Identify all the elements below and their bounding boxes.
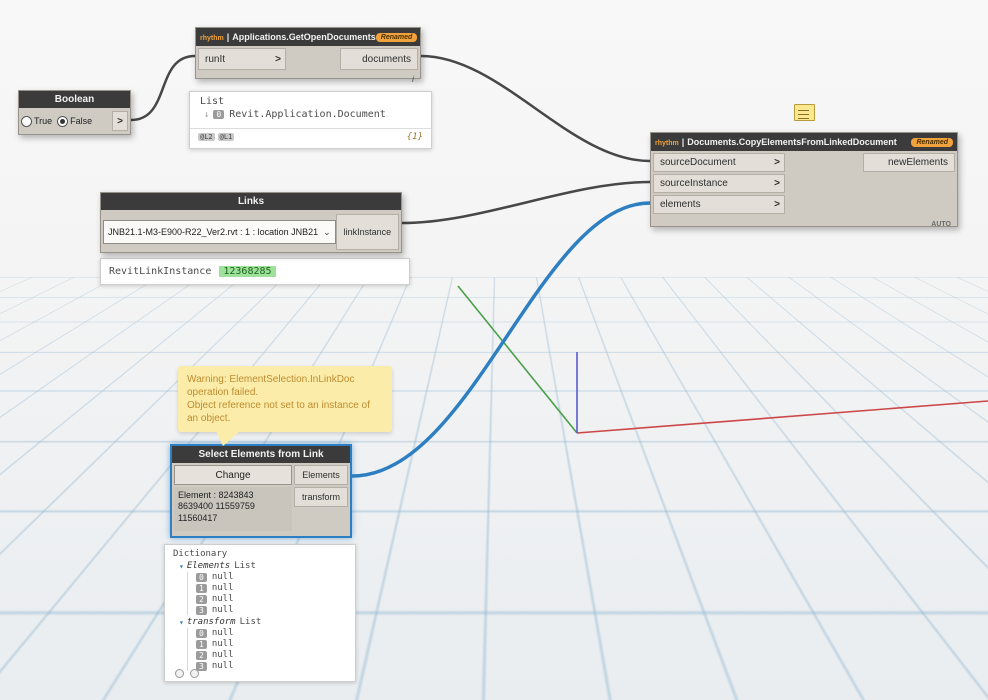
warning-line1: Warning: ElementSelection.InLinkDoc oper…: [187, 373, 383, 399]
node-select-elements-header: Select Elements from Link: [172, 446, 350, 463]
input-port-sourceinstance[interactable]: sourceInstance >: [653, 174, 785, 193]
dictionary-item: 0 null: [196, 628, 349, 638]
boolean-output-port[interactable]: >: [112, 111, 128, 131]
node-select-elements[interactable]: Select Elements from Link Change Element…: [170, 444, 352, 538]
dictionary-key: Elements: [187, 561, 230, 571]
radio-true[interactable]: [21, 116, 32, 127]
output-newelements-label: newElements: [888, 157, 948, 168]
list-preview-bubble: List ↓ 0 Revit.Application.Document @L2 …: [189, 91, 432, 149]
node-links-title: Links: [238, 196, 264, 207]
dictionary-item: 3 null: [196, 661, 349, 671]
output-port-documents[interactable]: documents: [340, 48, 418, 70]
input-runit-label: runIt: [205, 54, 225, 65]
level-badge-l1[interactable]: @L1: [218, 133, 235, 141]
radio-false[interactable]: [57, 116, 68, 127]
dictionary-group-elements: ▾ Elements List 0 null 1 null 2 null: [173, 561, 349, 615]
output-linkinstance-label: linkInstance: [344, 227, 392, 237]
input-port-sourcedocument[interactable]: sourceDocument >: [653, 153, 785, 172]
node-get-open-documents-title: Applications.GetOpenDocuments: [232, 32, 376, 42]
port-chevron-icon: >: [774, 178, 780, 189]
output-port-transform[interactable]: transform: [294, 487, 348, 507]
wire-boolean-to-runit[interactable]: [131, 56, 195, 120]
input-port-runit[interactable]: runIt >: [198, 48, 286, 70]
dictionary-item: 1 null: [196, 583, 349, 593]
selection-summary: Element : 8243843 8639400 11559759 11560…: [174, 487, 292, 531]
output-transform-label: transform: [302, 492, 340, 502]
dynamo-workspace[interactable]: Boolean True False > rhythm Applications…: [0, 0, 988, 700]
node-boolean[interactable]: Boolean True False >: [18, 90, 131, 135]
note-icon[interactable]: [794, 104, 815, 121]
output-port-linkinstance[interactable]: linkInstance: [336, 214, 399, 250]
radio-false-label: False: [70, 116, 92, 126]
renamed-badge: Renamed: [911, 138, 953, 147]
input-sourcedocument-label: sourceDocument: [660, 157, 736, 168]
linkinstance-value: 12368285: [219, 266, 275, 277]
port-chevron-icon: >: [117, 116, 123, 127]
node-select-elements-title: Select Elements from Link: [198, 449, 323, 460]
list-type-label: List: [190, 92, 431, 107]
warning-tooltip: Warning: ElementSelection.InLinkDoc oper…: [178, 366, 392, 432]
node-get-open-documents-header: rhythm Applications.GetOpenDocuments Ren…: [196, 28, 420, 46]
rhythm-package-label: rhythm: [200, 32, 232, 42]
chevron-down-icon: ⌄: [319, 227, 331, 238]
dictionary-preview-bubble: Dictionary ▾ Elements List 0 null 1 null…: [164, 544, 356, 682]
node-get-open-documents[interactable]: rhythm Applications.GetOpenDocuments Ren…: [195, 27, 421, 79]
expander-icon[interactable]: ▾: [179, 562, 184, 571]
lacing-indicator[interactable]: AUTO: [651, 218, 957, 230]
output-port-elements[interactable]: Elements: [294, 465, 348, 485]
dictionary-key: transform: [187, 617, 236, 627]
node-copy-elements-title: Documents.CopyElementsFromLinkedDocument: [687, 137, 897, 147]
level-badge-l2[interactable]: @L2: [198, 133, 215, 141]
node-boolean-title: Boolean: [55, 94, 94, 105]
input-sourceinstance-label: sourceInstance: [660, 178, 728, 189]
node-copy-elements[interactable]: rhythm Documents.CopyElementsFromLinkedD…: [650, 132, 958, 227]
expander-icon[interactable]: ▾: [179, 618, 184, 627]
link-dropdown-value: JNB21.1-M3-E900-R22_Ver2.rvt : 1 : locat…: [108, 227, 318, 237]
output-port-newelements[interactable]: newElements: [863, 153, 955, 172]
node-info-indicator: i: [196, 72, 420, 85]
dictionary-type: List: [240, 617, 262, 627]
node-copy-elements-header: rhythm Documents.CopyElementsFromLinkedD…: [651, 133, 957, 151]
node-boolean-header: Boolean: [19, 91, 130, 108]
dictionary-root-label: Dictionary: [173, 549, 349, 559]
change-button[interactable]: Change: [174, 465, 292, 485]
renamed-badge: Renamed: [376, 33, 418, 42]
node-links-header: Links: [101, 193, 401, 210]
list-index-badge: 0: [213, 110, 224, 119]
linkinstance-preview-bubble: RevitLinkInstance 12368285: [100, 258, 410, 285]
rhythm-package-label: rhythm: [655, 137, 687, 147]
dictionary-item: 2 null: [196, 650, 349, 660]
output-elements-label: Elements: [302, 470, 340, 480]
port-chevron-icon: >: [275, 54, 281, 65]
preview-expand-icon[interactable]: [190, 669, 199, 678]
dictionary-item: 1 null: [196, 639, 349, 649]
radio-true-label: True: [34, 116, 52, 126]
list-marker-icon: ↓: [204, 110, 209, 120]
dictionary-item: 3 null: [196, 605, 349, 615]
input-port-elements[interactable]: elements >: [653, 195, 785, 214]
node-links[interactable]: Links JNB21.1-M3-E900-R22_Ver2.rvt : 1 :…: [100, 192, 402, 253]
preview-pin-icon[interactable]: [175, 669, 184, 678]
dictionary-item: 2 null: [196, 594, 349, 604]
output-documents-label: documents: [362, 54, 411, 65]
link-dropdown[interactable]: JNB21.1-M3-E900-R22_Ver2.rvt : 1 : locat…: [103, 220, 336, 244]
linkinstance-label: RevitLinkInstance: [109, 266, 211, 277]
port-chevron-icon: >: [774, 199, 780, 210]
dictionary-item: 0 null: [196, 572, 349, 582]
warning-line2: Object reference not set to an instance …: [187, 399, 383, 425]
list-count: {1}: [407, 132, 423, 142]
dictionary-type: List: [234, 561, 256, 571]
dictionary-group-transform: ▾ transform List 0 null 1 null 2 null: [173, 617, 349, 671]
port-chevron-icon: >: [774, 157, 780, 168]
wire-linkinstance-to-sourceinstance[interactable]: [402, 182, 650, 223]
wire-documents-to-sourcedocument[interactable]: [421, 56, 650, 161]
input-elements-label: elements: [660, 199, 701, 210]
list-item-value: Revit.Application.Document: [229, 109, 386, 120]
